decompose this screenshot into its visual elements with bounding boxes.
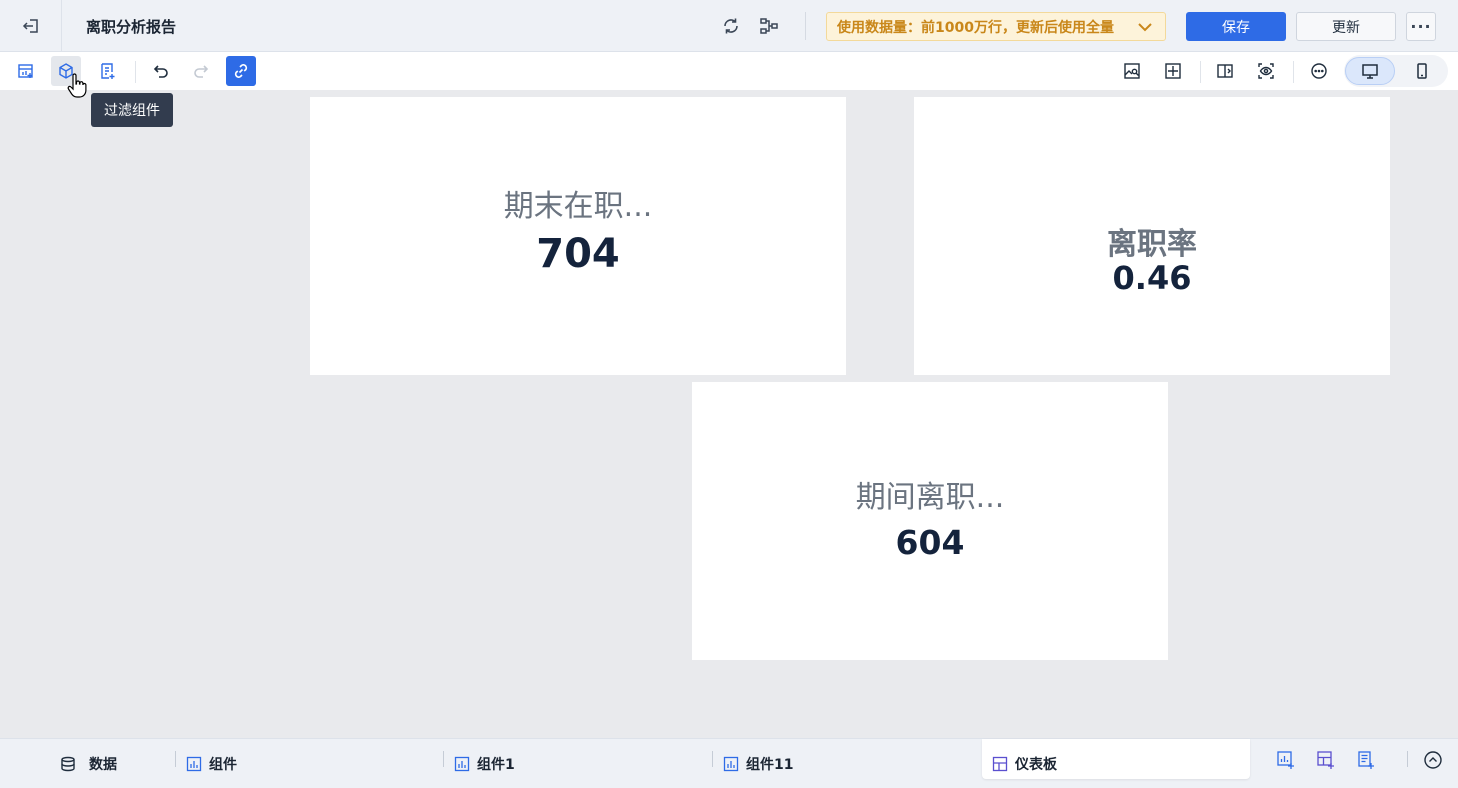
more-options-button[interactable] bbox=[1304, 56, 1334, 86]
add-chart-button[interactable] bbox=[11, 56, 41, 86]
header-divider bbox=[805, 12, 806, 40]
kpi-label: 离职率 bbox=[1107, 227, 1197, 262]
text-component-icon bbox=[101, 63, 115, 79]
undo-button[interactable] bbox=[146, 56, 176, 86]
chevron-down-icon bbox=[1138, 23, 1152, 32]
toolbar-divider bbox=[1200, 61, 1201, 83]
add-dashboard-sheet-button[interactable] bbox=[1315, 749, 1337, 771]
more-circle-icon bbox=[1311, 63, 1327, 79]
eye-scan-icon bbox=[1258, 63, 1274, 79]
exit-icon bbox=[22, 19, 38, 33]
chart-icon bbox=[723, 756, 739, 772]
toolbar-divider bbox=[135, 61, 136, 83]
tab-label: 组件1 bbox=[477, 757, 515, 773]
hand-cursor-icon bbox=[67, 73, 87, 98]
kpi-card-period-leavers[interactable]: 期间离职... 604 bbox=[692, 382, 1168, 660]
tab-divider bbox=[175, 751, 176, 767]
chart-icon bbox=[186, 756, 202, 772]
tab-divider bbox=[1407, 751, 1408, 767]
kpi-card-end-headcount[interactable]: 期末在职... 704 bbox=[310, 97, 846, 375]
desktop-view-button[interactable] bbox=[1345, 57, 1395, 85]
link-button[interactable] bbox=[226, 56, 256, 86]
add-report-icon bbox=[1358, 751, 1374, 769]
tooltip: 过滤组件 bbox=[91, 93, 173, 127]
add-chart-icon bbox=[1277, 751, 1294, 769]
more-button[interactable]: ··· bbox=[1406, 12, 1436, 41]
add-component-sheet-button[interactable] bbox=[1275, 749, 1297, 771]
update-button[interactable]: 更新 bbox=[1296, 12, 1396, 41]
lineage-button[interactable] bbox=[758, 15, 780, 37]
mobile-view-button[interactable] bbox=[1397, 57, 1447, 85]
save-button[interactable]: 保存 bbox=[1186, 12, 1286, 41]
image-search-icon bbox=[1124, 63, 1140, 79]
kpi-label: 期间离职... bbox=[855, 480, 1005, 515]
text-component-button[interactable] bbox=[93, 56, 123, 86]
redo-button[interactable] bbox=[186, 56, 216, 86]
tab-component-11[interactable]: 组件11 bbox=[723, 749, 793, 779]
data-usage-notice[interactable]: 使用数据量：前1000万行，更新后使用全量 bbox=[826, 12, 1166, 41]
tab-component[interactable]: 组件 bbox=[186, 749, 237, 779]
tab-divider bbox=[712, 751, 713, 767]
add-dashboard-icon bbox=[1317, 751, 1334, 769]
exit-button[interactable] bbox=[0, 0, 62, 52]
sheet-tab-bar: 数据 组件 组件1 组件11 仪表板 bbox=[0, 738, 1458, 788]
page-title: 离职分析报告 bbox=[86, 18, 177, 36]
tab-label: 仪表板 bbox=[1015, 757, 1057, 773]
preview-button[interactable] bbox=[1117, 56, 1147, 86]
collapse-tabs-button[interactable] bbox=[1422, 749, 1444, 771]
redo-icon bbox=[194, 65, 209, 78]
kpi-label: 期末在职... bbox=[503, 189, 653, 224]
kpi-value: 0.46 bbox=[1112, 259, 1192, 297]
top-header: 离职分析报告 使用数据量：前1000万行，更新后使用全量 保存 更新 ··· bbox=[0, 0, 1458, 52]
kpi-value: 704 bbox=[536, 231, 620, 277]
chevron-up-circle-icon bbox=[1424, 751, 1442, 769]
device-switcher bbox=[1344, 55, 1448, 87]
mobile-icon bbox=[1417, 63, 1427, 79]
link-icon bbox=[234, 64, 248, 78]
tab-label: 组件 bbox=[209, 757, 237, 773]
panel-toggle-button[interactable] bbox=[1210, 56, 1240, 86]
tab-divider bbox=[443, 751, 444, 767]
dashboard-icon bbox=[992, 756, 1008, 772]
flow-chart-icon bbox=[760, 18, 778, 34]
layout-grid-icon bbox=[1165, 63, 1181, 79]
add-report-sheet-button[interactable] bbox=[1355, 749, 1377, 771]
panel-toggle-icon bbox=[1217, 64, 1233, 78]
database-icon bbox=[61, 756, 75, 772]
editor-toolbar bbox=[0, 52, 1458, 90]
chart-icon bbox=[454, 756, 470, 772]
tab-label: 组件11 bbox=[746, 757, 794, 773]
add-chart-icon bbox=[18, 64, 33, 78]
data-usage-text: 使用数据量：前1000万行，更新后使用全量 bbox=[837, 19, 1114, 36]
layout-button[interactable] bbox=[1158, 56, 1188, 86]
kpi-value: 604 bbox=[895, 523, 965, 562]
toolbar-divider bbox=[1293, 61, 1294, 83]
tab-data[interactable]: 数据 bbox=[60, 749, 117, 779]
undo-icon bbox=[153, 65, 168, 78]
tab-dashboard[interactable]: 仪表板 bbox=[992, 749, 1057, 779]
refresh-button[interactable] bbox=[720, 15, 742, 37]
tab-component-1[interactable]: 组件1 bbox=[454, 749, 515, 779]
view-mode-button[interactable] bbox=[1251, 56, 1281, 86]
refresh-icon bbox=[724, 18, 738, 34]
tab-label: 数据 bbox=[89, 757, 117, 773]
desktop-icon bbox=[1362, 64, 1378, 79]
kpi-card-turnover-rate[interactable]: 离职率 0.46 bbox=[914, 97, 1390, 375]
